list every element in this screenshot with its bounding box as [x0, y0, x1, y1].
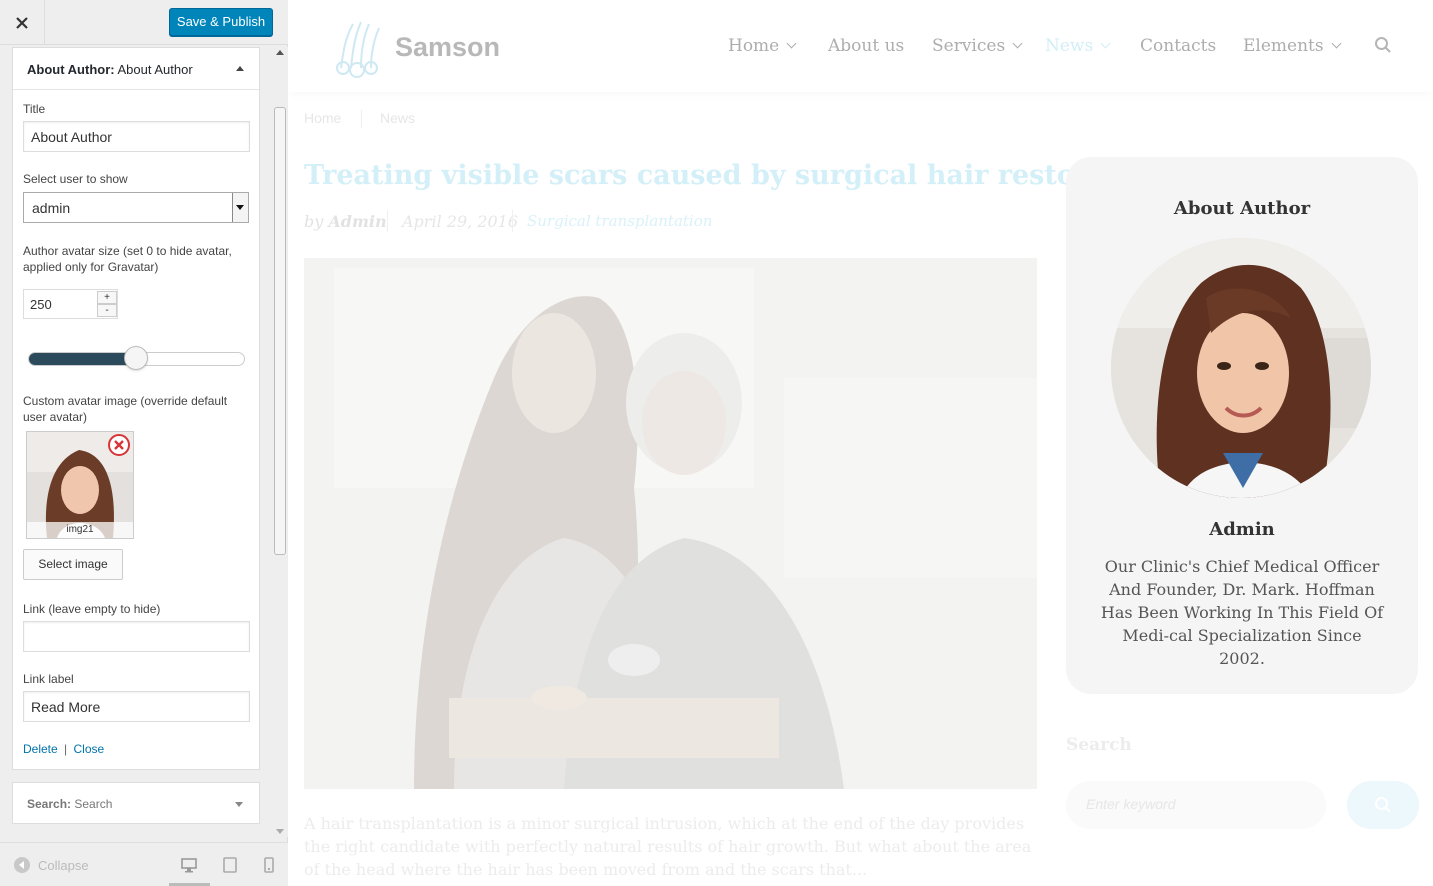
post-category[interactable]: Surgical transplantation: [527, 212, 712, 230]
post-title[interactable]: Treating visible scars caused by surgica…: [304, 160, 1167, 191]
select-user-value: admin: [32, 200, 71, 216]
close-icon: [16, 16, 28, 29]
save-publish-button[interactable]: Save & Publish: [169, 8, 273, 36]
nav-label: Elements: [1243, 36, 1324, 56]
nav-label: Contacts: [1140, 36, 1217, 56]
avatar-size-stepper[interactable]: 250 + -: [23, 289, 118, 319]
chevron-down-icon: [1100, 38, 1111, 49]
featured-photo: [304, 258, 1037, 789]
chevron-down-icon: [786, 38, 797, 49]
collapse-arrow-icon: [14, 857, 30, 873]
nav-item-services[interactable]: Services: [932, 36, 1023, 56]
post-by: by: [304, 212, 324, 231]
chevron-down-icon: [1012, 38, 1023, 49]
scroll-up-icon[interactable]: [276, 50, 284, 55]
collapse-label: Collapse: [38, 857, 89, 873]
widget-header[interactable]: About Author: About Author: [13, 48, 259, 90]
nav-item-home[interactable]: Home: [728, 36, 797, 56]
author-photo: [1111, 238, 1371, 498]
about-author-widget: About Author Admin Our Clinic's Chief Me…: [1066, 157, 1418, 694]
search-widget-name: Search: [74, 797, 113, 811]
meta-divider: [512, 210, 513, 232]
breadcrumb-divider: [361, 110, 362, 128]
widget-actions: Delete | Close: [23, 742, 104, 756]
collapse-button[interactable]: Collapse: [14, 857, 89, 873]
author-bio: Our Clinic's Chief Medical Officer And F…: [1100, 557, 1384, 668]
scrollbar-thumb[interactable]: [274, 107, 286, 555]
post-featured-image: [304, 258, 1037, 789]
link-label: Link (leave empty to hide): [23, 602, 161, 616]
search-widget-panel[interactable]: Search: Search: [12, 782, 260, 824]
post-date: April 29, 2016: [402, 212, 519, 231]
author-name: Admin: [1209, 519, 1275, 540]
dropdown-arrow-icon[interactable]: [232, 193, 248, 222]
avatar-size-label: Author avatar size (set 0 to hide avatar…: [23, 244, 232, 274]
site-search-input[interactable]: Enter keyword: [1066, 781, 1326, 829]
author-widget-title: About Author: [1173, 198, 1311, 219]
breadcrumb-news[interactable]: News: [380, 110, 415, 126]
scroll-down-icon[interactable]: [276, 829, 284, 834]
expand-arrow-icon[interactable]: [235, 802, 243, 807]
chevron-down-icon: [1331, 38, 1342, 49]
title-input[interactable]: About Author: [23, 121, 250, 152]
select-user-dropdown[interactable]: admin: [23, 192, 249, 223]
close-link[interactable]: Close: [74, 742, 105, 756]
custom-avatar-label: Custom avatar image (override default us…: [23, 394, 228, 424]
increment-button[interactable]: +: [97, 291, 117, 304]
customizer-sidebar: Save & Publish About Author: About Autho…: [0, 0, 288, 886]
delete-link[interactable]: Delete: [23, 742, 58, 756]
slider-fill: [29, 353, 137, 365]
select-image-button[interactable]: Select image: [23, 549, 123, 580]
site-logo[interactable]: Samson: [395, 32, 500, 63]
nav-label: Home: [728, 36, 780, 56]
search-placeholder: Enter keyword: [1086, 796, 1176, 812]
link-text-label: Link label: [23, 672, 74, 686]
search-widget-heading: Search: [1066, 735, 1132, 755]
remove-x-icon: [114, 440, 124, 450]
search-icon: [1375, 797, 1391, 813]
search-widget-title: Search: Search: [27, 797, 112, 811]
sidebar-scrollbar[interactable]: [271, 47, 288, 837]
logo-icon: [336, 21, 380, 78]
author-avatar: [1111, 238, 1371, 498]
widget-title-name: About Author: [117, 62, 193, 77]
title-label: Title: [23, 102, 46, 116]
select-user-label: Select user to show: [23, 172, 128, 186]
nav-label: News: [1045, 36, 1094, 56]
nav-label: Services: [932, 36, 1006, 56]
tablet-icon[interactable]: [221, 856, 239, 874]
collapse-arrow-icon[interactable]: [236, 66, 244, 71]
widget-title: About Author: About Author: [27, 62, 193, 77]
breadcrumb-home[interactable]: Home: [304, 110, 341, 126]
site-header: Samson Home About us Services News Conta…: [289, 0, 1433, 92]
nav-item-contacts[interactable]: Contacts: [1140, 36, 1216, 56]
customizer-footer: Collapse: [0, 842, 288, 886]
nav-item-news[interactable]: News: [1045, 36, 1111, 56]
meta-divider: [387, 210, 388, 232]
link-input[interactable]: [23, 621, 250, 652]
post-author-name[interactable]: Admin: [328, 212, 386, 231]
search-icon[interactable]: [1374, 36, 1392, 54]
avatar-size-value: 250: [30, 297, 52, 312]
widget-title-prefix: About Author:: [27, 62, 115, 77]
avatar-caption: img21: [27, 522, 133, 538]
about-author-widget-panel: About Author: About Author Title About A…: [12, 47, 260, 770]
mobile-icon[interactable]: [260, 856, 278, 874]
post-author: by Admin: [304, 212, 387, 231]
site-search-button[interactable]: [1347, 781, 1419, 829]
desktop-icon[interactable]: [180, 856, 198, 874]
close-customizer-button[interactable]: [0, 0, 45, 45]
search-widget-prefix: Search:: [27, 797, 72, 811]
actions-separator: |: [64, 742, 68, 756]
site-preview: Samson Home About us Services News Conta…: [289, 0, 1433, 886]
remove-avatar-button[interactable]: [108, 434, 130, 456]
post-excerpt: A hair transplantation is a minor surgic…: [304, 814, 1032, 879]
link-text-input[interactable]: Read More: [23, 691, 250, 722]
decrement-button[interactable]: -: [97, 304, 117, 317]
nav-item-about[interactable]: About us: [828, 36, 904, 56]
nav-item-elements[interactable]: Elements: [1243, 36, 1342, 56]
nav-label: About us: [828, 36, 905, 56]
customizer-header: Save & Publish: [0, 0, 288, 45]
slider-handle[interactable]: [124, 346, 148, 370]
